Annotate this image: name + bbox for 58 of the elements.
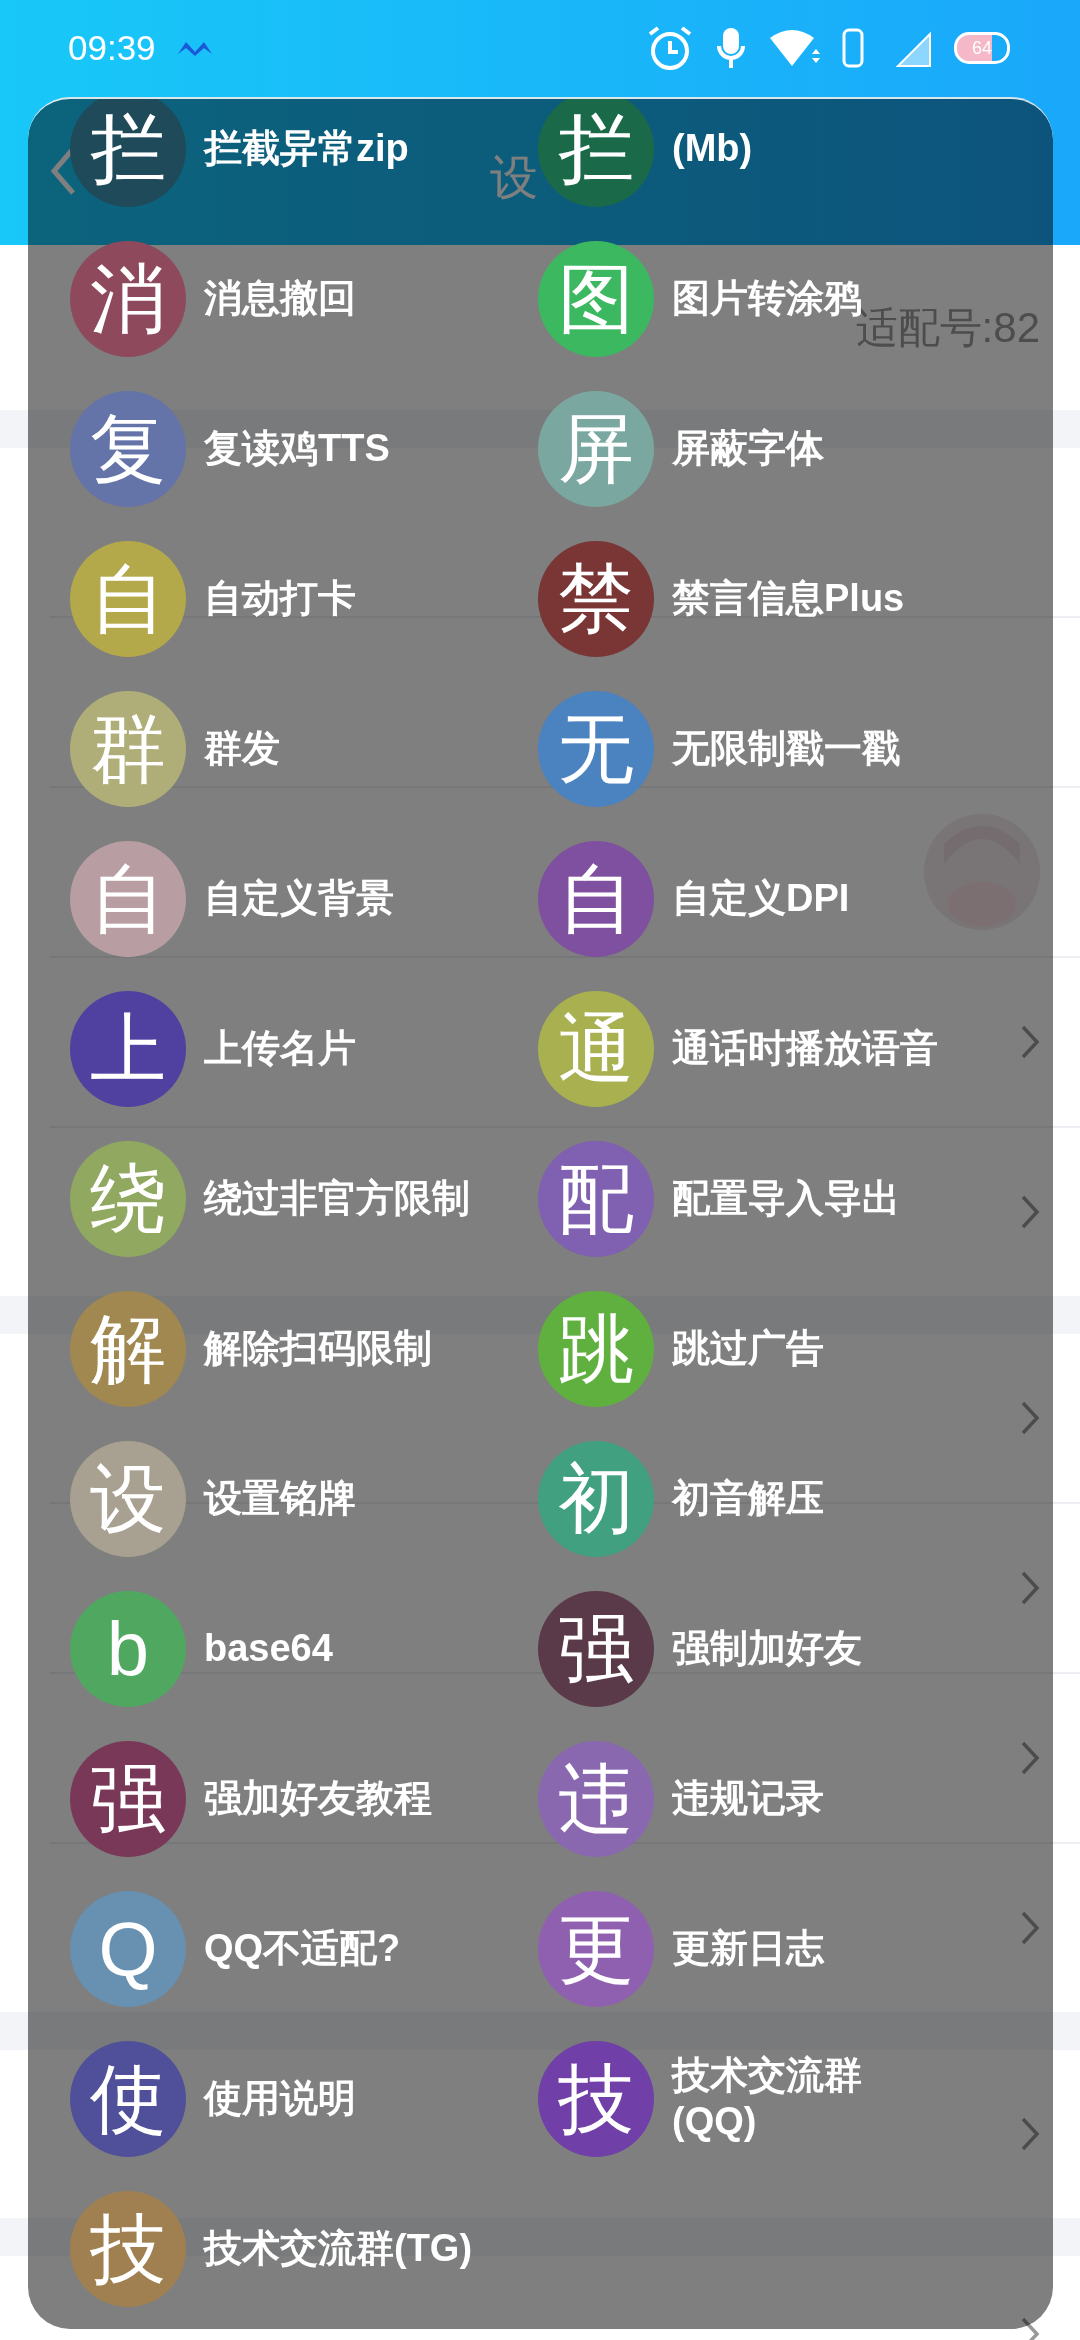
feature-icon[interactable]: 禁: [538, 541, 654, 657]
feature-label[interactable]: 使用说明: [204, 2076, 356, 2122]
feature-icon[interactable]: 设: [70, 1441, 186, 1557]
feature-icon[interactable]: 上: [70, 991, 186, 1107]
feature-label[interactable]: 拦截异常zip: [204, 126, 409, 172]
feature-icon[interactable]: 更: [538, 1891, 654, 2007]
feature-label[interactable]: 屏蔽字体: [672, 426, 824, 472]
feature-icon[interactable]: 绕: [70, 1141, 186, 1257]
feature-icon[interactable]: 技: [538, 2041, 654, 2157]
feature-label[interactable]: 跳过广告: [672, 1326, 824, 1372]
feature-icon[interactable]: 通: [538, 991, 654, 1107]
feature-label[interactable]: 复读鸡TTS: [204, 426, 390, 472]
feature-label[interactable]: 自定义背景: [204, 876, 394, 922]
feature-label[interactable]: 技术交流群(QQ): [672, 2053, 944, 2145]
feature-icon[interactable]: 违: [538, 1741, 654, 1857]
feature-icon[interactable]: 初: [538, 1441, 654, 1557]
feature-icon[interactable]: 配: [538, 1141, 654, 1257]
feature-label[interactable]: 无限制戳一戳: [672, 726, 900, 772]
feature-icon[interactable]: 图: [538, 241, 654, 357]
feature-icon[interactable]: Q: [70, 1891, 186, 2007]
feature-icon[interactable]: 消: [70, 241, 186, 357]
feature-label[interactable]: 绕过非官方限制: [204, 1176, 470, 1222]
feature-icon[interactable]: 屏: [538, 391, 654, 507]
feature-label[interactable]: 自动打卡: [204, 576, 356, 622]
feature-label[interactable]: 强制加好友: [672, 1626, 862, 1672]
feature-label[interactable]: 自定义DPI: [672, 876, 850, 922]
feature-label[interactable]: 违规记录: [672, 1776, 824, 1822]
feature-label[interactable]: 群发: [204, 726, 280, 772]
feature-icon[interactable]: 无: [538, 691, 654, 807]
feature-label[interactable]: 配置导入导出: [672, 1176, 900, 1222]
feature-label[interactable]: 强加好友教程: [204, 1776, 432, 1822]
feature-icon[interactable]: 强: [70, 1741, 186, 1857]
feature-label[interactable]: 初音解压: [672, 1476, 824, 1522]
feature-icon[interactable]: 自: [70, 841, 186, 957]
feature-label[interactable]: 解除扫码限制: [204, 1326, 432, 1372]
feature-label[interactable]: (Mb): [672, 126, 753, 172]
feature-label[interactable]: 更新日志: [672, 1926, 824, 1972]
feature-label[interactable]: base64: [204, 1626, 333, 1672]
battery-icon: 64: [954, 32, 1010, 64]
feature-label[interactable]: 技术交流群(TG): [204, 2226, 473, 2272]
feature-icon[interactable]: 跳: [538, 1291, 654, 1407]
feature-label[interactable]: 禁言信息Plus: [672, 576, 905, 622]
feature-icon[interactable]: 自: [538, 841, 654, 957]
feature-icon[interactable]: b: [70, 1591, 186, 1707]
feature-label[interactable]: 通话时播放语音: [672, 1026, 938, 1072]
feature-label[interactable]: 上传名片: [204, 1026, 356, 1072]
feature-icon[interactable]: 技: [70, 2191, 186, 2307]
feature-icon[interactable]: 自: [70, 541, 186, 657]
feature-icon[interactable]: 群: [70, 691, 186, 807]
feature-label[interactable]: 消息撤回: [204, 276, 356, 322]
status-time: 09:39: [68, 28, 156, 68]
feature-icon[interactable]: 解: [70, 1291, 186, 1407]
feature-label[interactable]: 设置铭牌: [204, 1476, 356, 1522]
feature-icon[interactable]: 复: [70, 391, 186, 507]
feature-label[interactable]: QQ不适配?: [204, 1926, 401, 1972]
page-title: 设: [490, 150, 538, 206]
feature-icon[interactable]: 强: [538, 1591, 654, 1707]
feature-icon[interactable]: 使: [70, 2041, 186, 2157]
